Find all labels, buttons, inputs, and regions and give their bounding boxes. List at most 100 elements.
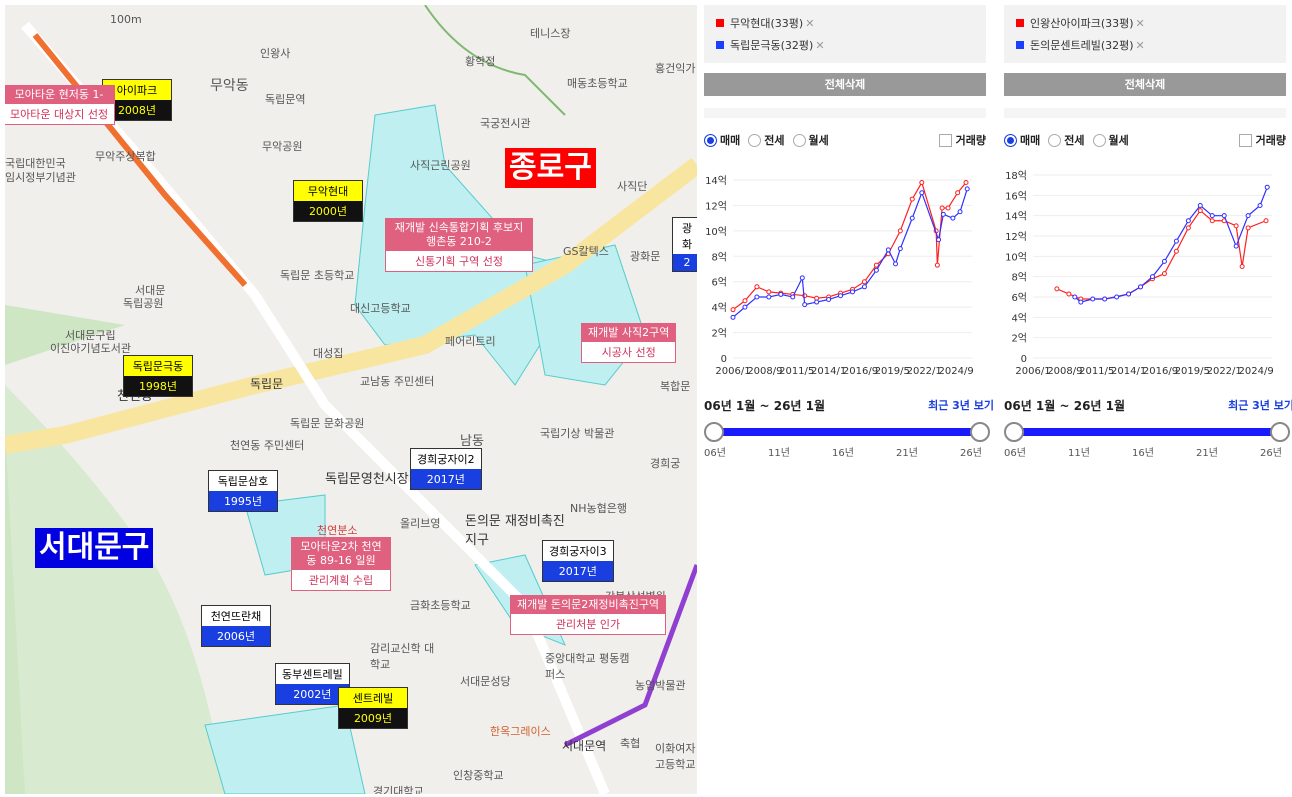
data-point[interactable]	[939, 205, 945, 211]
radio-jeonse[interactable]: 전세	[748, 132, 785, 148]
data-point[interactable]	[861, 279, 867, 285]
data-point[interactable]	[950, 215, 956, 221]
apt-marker[interactable]: 경희궁자이2 2017년	[410, 448, 482, 490]
data-point[interactable]	[1161, 271, 1167, 277]
slider-handle-end[interactable]	[970, 422, 990, 442]
data-point[interactable]	[873, 262, 879, 268]
delete-all-button[interactable]: 전체삭제	[704, 73, 986, 96]
data-point[interactable]	[945, 205, 951, 211]
apt-marker[interactable]: 독립문삼호 1995년	[208, 470, 278, 512]
data-point[interactable]	[1078, 299, 1084, 305]
slider-handle-end[interactable]	[1270, 422, 1290, 442]
data-point[interactable]	[754, 294, 760, 300]
data-point[interactable]	[897, 246, 903, 252]
data-point[interactable]	[861, 284, 867, 290]
radio-monthly[interactable]: 월세	[792, 132, 829, 148]
data-point[interactable]	[1114, 294, 1120, 300]
data-point[interactable]	[1138, 284, 1144, 290]
data-point[interactable]	[1066, 291, 1072, 297]
apt-marker[interactable]: 독립문극동 1998년	[123, 355, 193, 397]
data-point[interactable]	[919, 180, 925, 186]
close-icon[interactable]: ✕	[805, 17, 814, 30]
data-point[interactable]	[850, 289, 855, 295]
data-point[interactable]	[1245, 225, 1251, 231]
data-point[interactable]	[730, 307, 736, 313]
data-point[interactable]	[934, 262, 940, 268]
range-slider[interactable]	[704, 422, 994, 442]
zone-marker[interactable]: 재개발 신속통합기획 후보지 행촌동 210-2 신통기획 구역 선정	[385, 218, 533, 272]
data-point[interactable]	[909, 196, 915, 202]
data-point[interactable]	[885, 247, 891, 253]
recent-3y-link[interactable]: 최근 3년 보기	[928, 397, 994, 414]
apt-marker[interactable]: 천연뜨란채 2006년	[201, 605, 271, 647]
data-point[interactable]	[1173, 248, 1179, 254]
data-point[interactable]	[1161, 258, 1167, 264]
zone-marker[interactable]: 재개발 사직2구역 시공사 선정	[581, 323, 677, 363]
data-point[interactable]	[873, 267, 879, 273]
apt-marker[interactable]: 센트레빌 2009년	[338, 687, 408, 729]
slider-handle-start[interactable]	[1004, 422, 1024, 442]
volume-checkbox[interactable]: 거래량	[938, 132, 986, 148]
radio-monthly[interactable]: 월세	[1092, 132, 1129, 148]
data-point[interactable]	[940, 211, 946, 217]
data-point[interactable]	[790, 294, 796, 300]
delete-all-button[interactable]: 전체삭제	[1004, 73, 1286, 96]
data-point[interactable]	[897, 228, 903, 234]
data-point[interactable]	[778, 291, 784, 297]
data-point[interactable]	[1233, 243, 1239, 249]
zone-marker[interactable]: 모아타운 현저동 1- 모아타운 대상지 선정	[5, 85, 116, 125]
data-point[interactable]	[1257, 203, 1263, 208]
data-point[interactable]	[754, 284, 760, 290]
data-point[interactable]	[838, 293, 844, 299]
apt-marker[interactable]: 무악현대 2000년	[293, 180, 363, 222]
data-point[interactable]	[963, 180, 969, 186]
data-point[interactable]	[1209, 218, 1215, 224]
radio-jeonse[interactable]: 전세	[1048, 132, 1085, 148]
data-point[interactable]	[919, 190, 925, 196]
data-point[interactable]	[802, 302, 808, 308]
data-point[interactable]	[1185, 225, 1191, 231]
data-point[interactable]	[936, 237, 942, 243]
data-point[interactable]	[1264, 184, 1270, 190]
data-point[interactable]	[1221, 213, 1227, 219]
close-icon[interactable]: ✕	[1136, 17, 1145, 30]
data-point[interactable]	[766, 294, 772, 300]
data-point[interactable]	[1239, 264, 1245, 269]
data-point[interactable]	[1102, 296, 1108, 302]
data-point[interactable]	[1126, 291, 1132, 297]
data-point[interactable]	[1245, 213, 1251, 219]
data-point[interactable]	[1233, 223, 1239, 229]
apt-marker[interactable]: 경희궁자이3 2017년	[542, 540, 614, 582]
data-point[interactable]	[957, 209, 963, 215]
data-point[interactable]	[742, 298, 748, 304]
zone-marker[interactable]: 재개발 돈의문2재정비촉진구역 관리처분 인가	[510, 595, 667, 635]
zone-marker[interactable]: 모아타운2차 천연동 89-16 일원 관리계획 수립	[291, 537, 391, 591]
data-point[interactable]	[1072, 294, 1078, 300]
close-icon[interactable]: ✕	[1136, 39, 1145, 52]
data-point[interactable]	[964, 186, 970, 192]
data-point[interactable]	[1173, 238, 1179, 244]
apt-marker[interactable]: 광화 2	[672, 217, 697, 272]
range-slider[interactable]	[1004, 422, 1292, 442]
close-icon[interactable]: ✕	[815, 39, 824, 52]
data-point[interactable]	[766, 289, 772, 295]
data-point[interactable]	[1090, 296, 1096, 302]
data-point[interactable]	[909, 215, 915, 221]
data-point[interactable]	[799, 275, 805, 281]
data-point[interactable]	[1054, 286, 1060, 292]
data-point[interactable]	[955, 190, 961, 196]
map[interactable]: 종로구 서대문구 100m 인왕사 무악동 독립문역 무악공원 무악주상복합 국…	[5, 5, 697, 794]
radio-sale[interactable]: 매매	[704, 132, 740, 148]
data-point[interactable]	[814, 299, 820, 305]
data-point[interactable]	[730, 314, 736, 320]
recent-3y-link[interactable]: 최근 3년 보기	[1228, 397, 1292, 414]
data-point[interactable]	[1150, 274, 1155, 280]
data-point[interactable]	[742, 304, 748, 310]
data-point[interactable]	[1263, 218, 1269, 224]
data-point[interactable]	[1197, 208, 1203, 214]
data-point[interactable]	[1185, 218, 1191, 224]
data-point[interactable]	[1209, 213, 1215, 219]
data-point[interactable]	[893, 261, 899, 267]
slider-handle-start[interactable]	[704, 422, 724, 442]
radio-sale[interactable]: 매매	[1004, 132, 1040, 148]
